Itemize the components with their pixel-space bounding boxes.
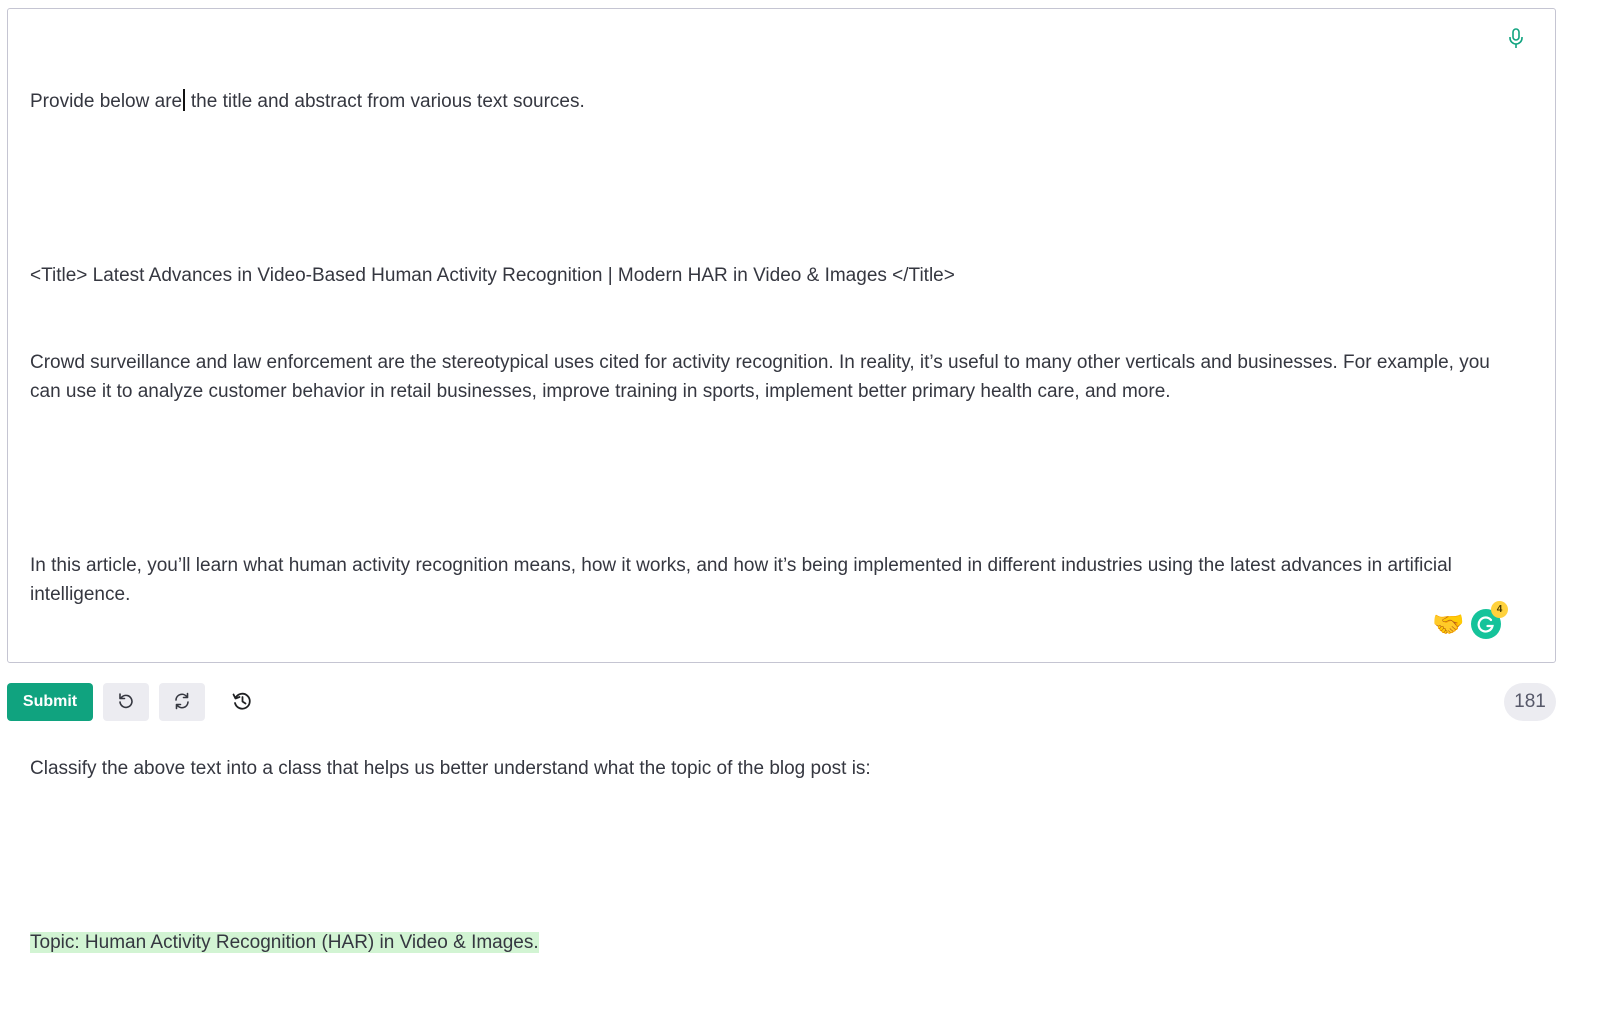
regenerate-icon	[172, 691, 192, 714]
instruction-line: Classify the above text into a class tha…	[30, 758, 871, 779]
intro-text-after-cursor: the title and abstract from various text…	[185, 91, 585, 112]
undo-icon	[116, 691, 136, 714]
prompt-line-intro: Provide below are the title and abstract…	[30, 87, 1510, 116]
intro-text-before-cursor: Provide below are	[30, 91, 183, 112]
abstract-paragraph-2: In this article, you’ll learn what human…	[30, 555, 1458, 605]
submit-button[interactable]: Submit	[7, 683, 93, 721]
grammarly-badge-count: 4	[1491, 601, 1508, 618]
completion-line: Topic: Human Activity Recognition (HAR) …	[30, 928, 1510, 957]
text-cursor	[183, 89, 185, 111]
title-line: <Title> Latest Advances in Video-Based H…	[30, 265, 955, 286]
grammarly-icon[interactable]: 4	[1471, 601, 1508, 639]
bottom-toolbar: Submit 181	[7, 683, 1556, 721]
token-count-badge: 181	[1504, 683, 1556, 721]
abstract-paragraph-1: Crowd surveillance and law enforcement a…	[30, 352, 1496, 402]
regenerate-button[interactable]	[159, 683, 205, 721]
history-icon	[231, 690, 253, 715]
prompt-text-area[interactable]: Provide below are the title and abstract…	[30, 29, 1510, 1015]
undo-button[interactable]	[103, 683, 149, 721]
handshake-icon[interactable]: 🤝	[1432, 609, 1464, 639]
prompt-editor[interactable]: Provide below are the title and abstract…	[7, 8, 1556, 953]
microphone-icon[interactable]	[1507, 28, 1525, 50]
history-button[interactable]	[225, 683, 259, 721]
model-completion: Topic: Human Activity Recognition (HAR) …	[30, 932, 539, 953]
